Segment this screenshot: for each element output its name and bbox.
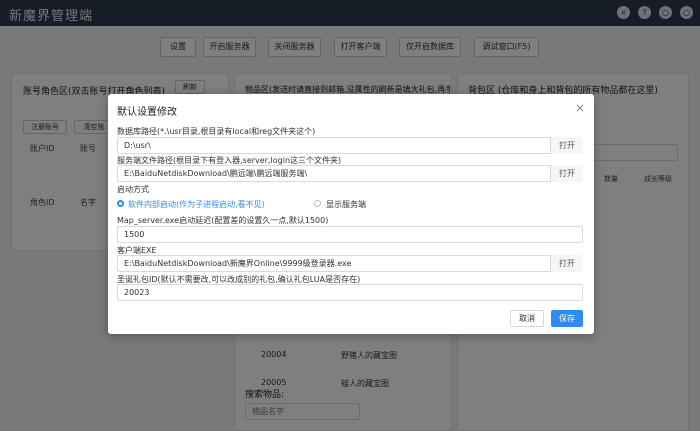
save-button[interactable]: 保存 <box>551 310 583 327</box>
server-path-open-button[interactable]: 打开 <box>550 165 583 182</box>
settings-dialog: 默认设置修改 × 数据库路径(*.\usr目录,根目录有local和reg文件夹… <box>108 94 594 334</box>
db-path-value: D:\usr\ <box>124 141 151 150</box>
cancel-button[interactable]: 取消 <box>510 310 544 327</box>
server-path-field[interactable]: E:\BaiduNetdiskDownload\鹏远端\鹏远端服务端\ <box>117 165 583 182</box>
internal-start-label[interactable]: 软件内部启动(作为子进程启动,看不见) <box>128 199 265 210</box>
client-exe-value: E:\BaiduNetdiskDownload\新魔界Online\9999级登… <box>124 259 352 268</box>
db-path-open-button[interactable]: 打开 <box>550 137 583 154</box>
gift-id-value: 20023 <box>124 288 150 297</box>
delay-value: 1500 <box>124 230 145 239</box>
radio-internal-start[interactable] <box>117 200 124 207</box>
db-path-field[interactable]: D:\usr\ <box>117 137 583 154</box>
db-path-label: 数据库路径(*.\usr目录,根目录有local和reg文件夹这个) <box>117 127 316 136</box>
delay-label: Map_server.exe启动延迟(配置差的设置久一点,默认1500) <box>117 216 329 225</box>
close-icon[interactable]: × <box>575 101 585 115</box>
dialog-title: 默认设置修改 <box>117 107 177 118</box>
client-exe-open-button[interactable]: 打开 <box>550 255 583 272</box>
client-exe-field[interactable]: E:\BaiduNetdiskDownload\新魔界Online\9999级登… <box>117 255 583 272</box>
startup-mode-label: 启动方式 <box>117 185 149 194</box>
radio-show-server[interactable] <box>314 200 321 207</box>
server-path-value: E:\BaiduNetdiskDownload\鹏远端\鹏远端服务端\ <box>124 169 308 178</box>
show-server-label[interactable]: 显示服务端 <box>326 199 366 210</box>
delay-field[interactable]: 1500 <box>117 226 583 243</box>
gift-id-field[interactable]: 20023 <box>117 284 583 301</box>
